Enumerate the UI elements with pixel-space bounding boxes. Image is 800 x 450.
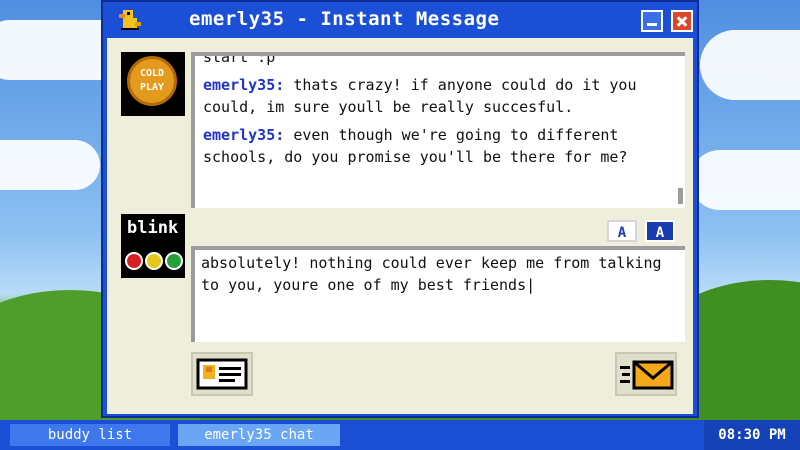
envelope-send-icon <box>620 360 674 390</box>
message: emerly35: thats crazy! if anyone could d… <box>203 74 673 118</box>
log-scrollbar-thumb[interactable] <box>678 188 683 204</box>
close-button[interactable] <box>671 10 693 32</box>
message: emerly35: even though we're going to dif… <box>203 124 673 168</box>
message-text: start :p <box>203 56 276 66</box>
taskbar: buddy list emerly35 chat 08:30 PM <box>0 420 800 450</box>
coldplay-medal-icon: COLD PLAY <box>127 56 177 106</box>
avatar-label: blink <box>127 218 179 238</box>
cloud <box>690 150 800 210</box>
message-sender: emerly35: <box>203 126 285 144</box>
compose-box: absolutely! nothing could ever keep me f… <box>191 246 685 342</box>
buddy-avatar[interactable]: COLD PLAY <box>121 52 185 116</box>
message-input[interactable]: absolutely! nothing could ever keep me f… <box>201 252 679 338</box>
taskbar-clock: 08:30 PM <box>704 420 800 450</box>
message-sender: emerly35: <box>203 76 285 94</box>
text-style-button[interactable]: A <box>645 220 675 242</box>
user-avatar[interactable]: blink <box>121 214 185 278</box>
cloud <box>700 30 800 100</box>
message: start :p <box>203 56 673 68</box>
duck-icon <box>119 10 141 30</box>
taskbar-buddy-list-button[interactable]: buddy list <box>10 424 170 446</box>
red-light-icon <box>125 252 143 270</box>
font-format-button[interactable]: A <box>607 220 637 242</box>
window-title: emerly35 - Instant Message <box>189 8 500 30</box>
profile-button[interactable] <box>191 352 253 396</box>
cloud <box>0 140 100 190</box>
id-card-icon <box>196 358 248 390</box>
message-log[interactable]: start :p emerly35: thats crazy! if anyon… <box>191 52 685 208</box>
minimize-button[interactable] <box>641 10 663 32</box>
chat-client-area: COLD PLAY start :p emerly35: thats crazy… <box>107 38 693 414</box>
avatar-text-line1: COLD <box>139 68 165 79</box>
green-light-icon <box>165 252 183 270</box>
send-button[interactable] <box>615 352 677 396</box>
taskbar-chat-button[interactable]: emerly35 chat <box>178 424 340 446</box>
avatar-text-line2: PLAY <box>139 82 165 93</box>
instant-message-window: emerly35 - Instant Message COLD PLAY sta… <box>101 0 699 418</box>
title-bar[interactable]: emerly35 - Instant Message <box>103 2 697 38</box>
message-log-viewport: start :p emerly35: thats crazy! if anyon… <box>203 56 673 208</box>
yellow-light-icon <box>145 252 163 270</box>
